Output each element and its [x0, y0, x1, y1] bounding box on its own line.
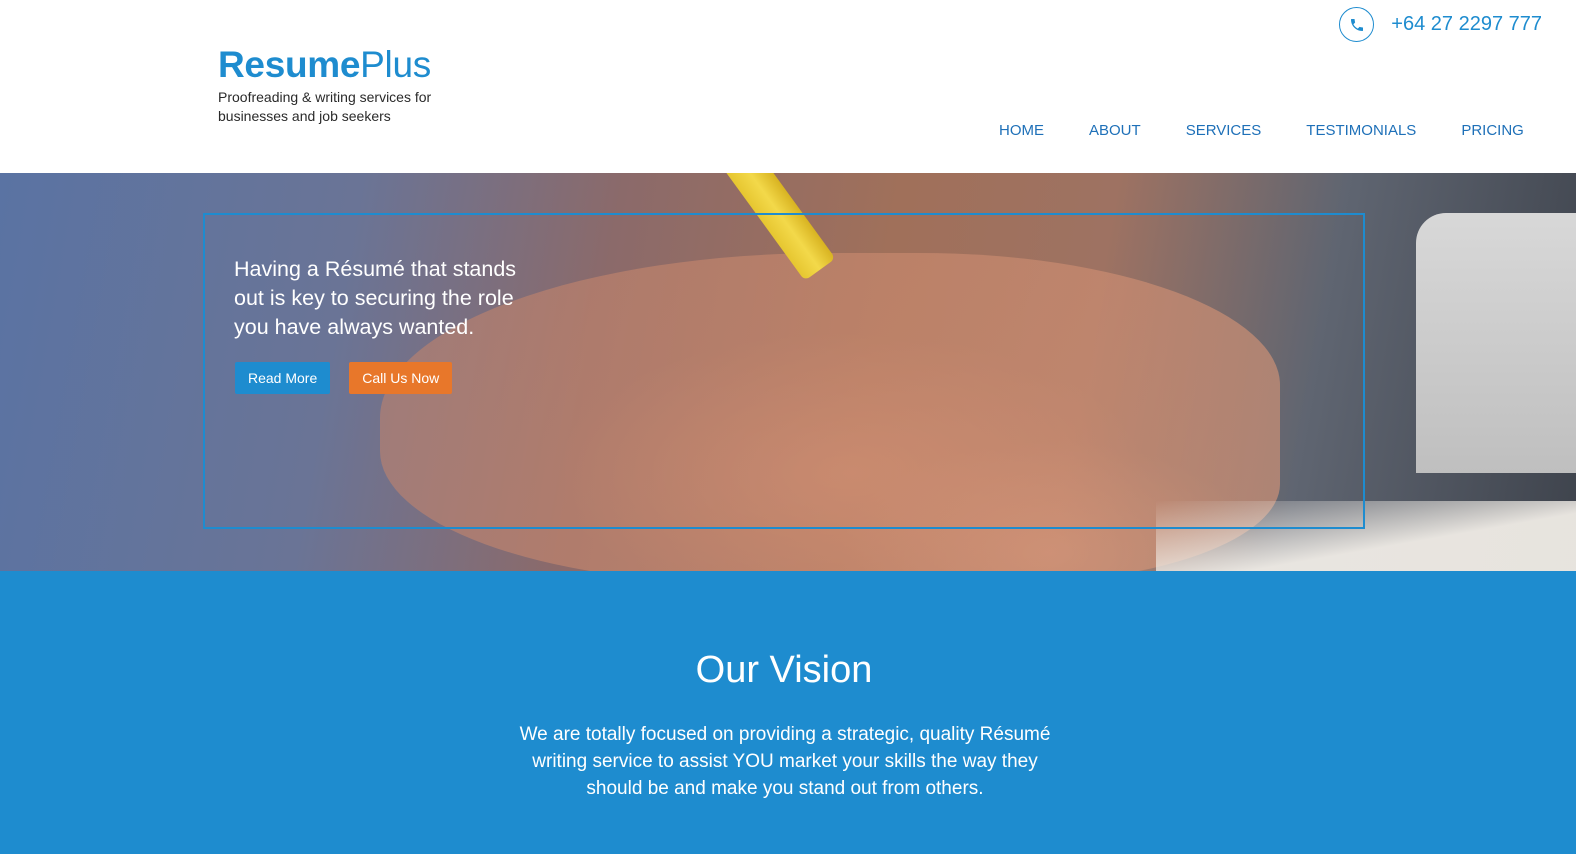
phone-contact[interactable]: +64 27 2297 777 [1339, 7, 1542, 42]
nav-item-home[interactable]: HOME [999, 122, 1044, 139]
phone-number[interactable]: +64 27 2297 777 [1391, 13, 1542, 36]
phone-icon-glyph [1350, 18, 1363, 31]
site-header: ResumePlus Proofreading & writing servic… [0, 0, 1576, 173]
hero-banner: Having a Résumé that stands out is key t… [0, 173, 1576, 571]
call-us-now-button[interactable]: Call Us Now [349, 362, 453, 394]
logo[interactable]: ResumePlus Proofreading & writing servic… [218, 44, 438, 126]
nav-item-about[interactable]: ABOUT [1089, 122, 1141, 139]
main-nav: HOME ABOUT SERVICES TESTIMONIALS PRICING [999, 122, 1524, 139]
vision-title: Our Vision [695, 649, 873, 691]
phone-icon [1339, 7, 1375, 42]
nav-item-pricing[interactable]: PRICING [1461, 122, 1524, 139]
logo-tagline: Proofreading & writing services for busi… [218, 89, 432, 124]
hero-headline: Having a Résumé that stands out is key t… [234, 257, 517, 339]
read-more-button[interactable]: Read More [235, 362, 331, 394]
vision-section: Our Vision We are totally focused on pro… [0, 571, 1576, 854]
vision-text: We are totally focused on providing a st… [519, 724, 1051, 799]
nav-item-services[interactable]: SERVICES [1186, 122, 1262, 139]
nav-item-testimonials[interactable]: TESTIMONIALS [1306, 122, 1416, 139]
hero-image-laptop [1416, 213, 1576, 473]
hero-actions: Read More Call Us Now [235, 362, 453, 394]
logo-name-bold: Resume [218, 44, 361, 85]
logo-name-light: Plus [360, 44, 431, 85]
logo-wordmark: ResumePlus [218, 44, 438, 86]
